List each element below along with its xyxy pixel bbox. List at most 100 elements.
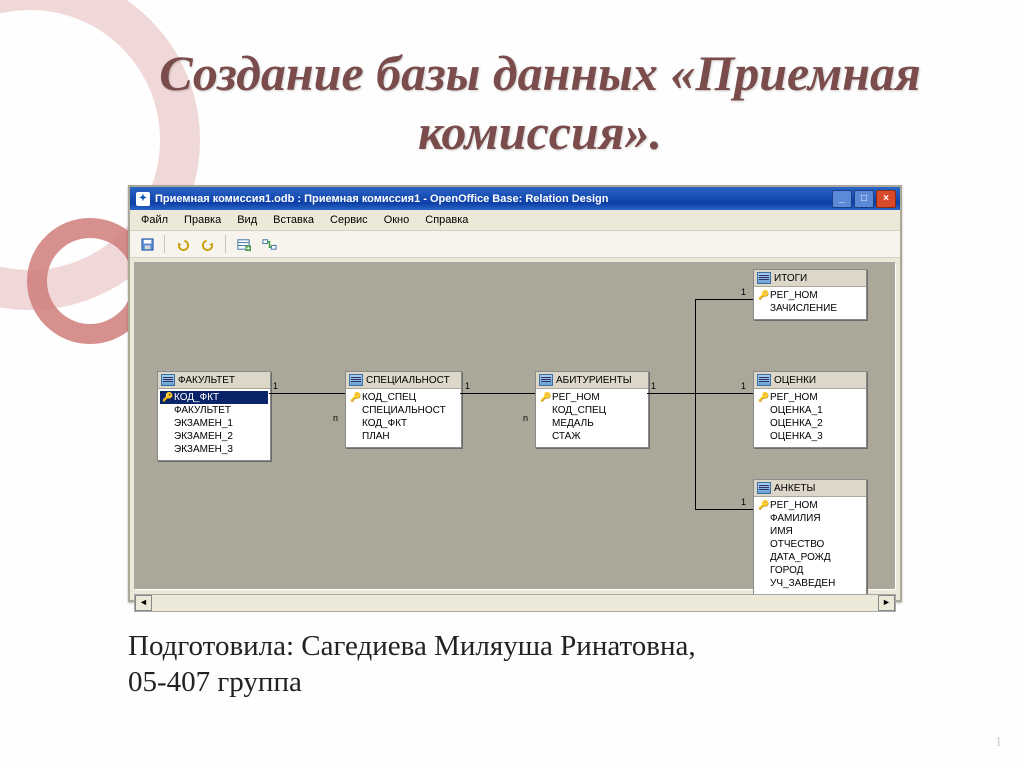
table-speciality[interactable]: СПЕЦИАЛЬНОСТ 🔑КОД_СПЕЦ🔑СПЕЦИАЛЬНОСТ🔑КОД_Ф… [345,371,462,448]
table-title: АНКЕТЫ [774,483,815,494]
table-row[interactable]: 🔑РЕГ_НОМ [756,391,864,404]
title-bar[interactable]: ✦ Приемная комиссия1.odb : Приемная коми… [130,187,900,210]
table-row[interactable]: 🔑ОЦЕНКА_1 [756,404,864,417]
field-name: РЕГ_НОМ [770,499,818,512]
window-maximize-button[interactable]: □ [854,190,874,208]
menu-insert[interactable]: Вставка [266,213,321,228]
menu-edit[interactable]: Правка [177,213,228,228]
toolbar-redo-button[interactable] [197,233,219,255]
menu-tools[interactable]: Сервис [323,213,375,228]
table-title: СПЕЦИАЛЬНОСТ [366,375,450,386]
page-number: 1 [995,735,1002,751]
table-row[interactable]: 🔑КОД_ФКТ [348,417,459,430]
table-title: АБИТУРИЕНТЫ [556,375,632,386]
table-row[interactable]: 🔑ЗАЧИСЛЕНИЕ [756,302,864,315]
table-faculty[interactable]: ФАКУЛЬТЕТ🔑КОД_ФКТ🔑ФАКУЛЬТЕТ🔑ЭКЗАМЕН_1🔑ЭК… [157,371,271,461]
field-name: ДАТА_РОЖД [770,551,831,564]
relation-line[interactable] [695,299,696,393]
table-row[interactable]: 🔑ФАМИЛИЯ [756,512,864,525]
field-name: ОТЧЕСТВО [770,538,824,551]
cardinality-label: n [523,413,528,423]
table-row[interactable]: 🔑ЭКЗАМЕН_2 [160,430,268,443]
table-header[interactable]: ОЦЕНКИ [754,372,866,389]
window-minimize-button[interactable]: _ [832,190,852,208]
table-row[interactable]: 🔑ФАКУЛЬТЕТ [160,404,268,417]
table-header[interactable]: ИТОГИ [754,270,866,287]
relation-canvas[interactable]: ФАКУЛЬТЕТ🔑КОД_ФКТ🔑ФАКУЛЬТЕТ🔑ЭКЗАМЕН_1🔑ЭК… [134,262,896,590]
cardinality-label: 1 [741,381,746,391]
relation-line[interactable] [460,393,535,394]
table-row[interactable]: 🔑ОЦЕНКА_3 [756,430,864,443]
field-name: КОД_ФКТ [362,417,407,430]
toolbar-save-button[interactable] [136,233,158,255]
field-name: КОД_ФКТ [174,391,219,404]
table-row[interactable]: 🔑РЕГ_НОМ [756,289,864,302]
toolbar-add-table-button[interactable] [232,233,254,255]
scroll-left-button[interactable]: ◄ [135,595,152,611]
table-header[interactable]: ФАКУЛЬТЕТ [158,372,270,389]
relation-line[interactable] [695,509,753,510]
cardinality-label: 1 [465,381,470,391]
relation-line[interactable] [269,393,345,394]
slide-title: Создание базы данных «Приемная комиссия»… [130,44,950,162]
table-header[interactable]: СПЕЦИАЛЬНОСТ [346,372,461,389]
table-header[interactable]: АНКЕТЫ [754,480,866,497]
table-row[interactable]: 🔑РЕГ_НОМ [756,499,864,512]
key-icon: 🔑 [540,391,549,404]
table-row[interactable]: 🔑СПЕЦИАЛЬНОСТ [348,404,459,417]
table-row[interactable]: 🔑ЭКЗАМЕН_3 [160,443,268,456]
field-name: КОД_СПЕЦ [552,404,606,417]
horizontal-scrollbar[interactable]: ◄ ► [134,594,896,612]
table-title: ФАКУЛЬТЕТ [178,375,235,386]
table-header[interactable]: АБИТУРИЕНТЫ [536,372,648,389]
table-marks[interactable]: ОЦЕНКИ 🔑РЕГ_НОМ🔑ОЦЕНКА_1🔑ОЦЕНКА_2🔑ОЦЕНКА_… [753,371,867,448]
cardinality-label: 1 [273,381,278,391]
menu-view[interactable]: Вид [230,213,264,228]
table-row[interactable]: 🔑МЕДАЛЬ [538,417,646,430]
table-row[interactable]: 🔑КОД_ФКТ [160,391,268,404]
table-results[interactable]: ИТОГИ 🔑РЕГ_НОМ🔑ЗАЧИСЛЕНИЕ [753,269,867,320]
menu-bar: Файл Правка Вид Вставка Сервис Окно Спра… [130,210,900,231]
field-name: РЕГ_НОМ [770,289,818,302]
field-name: ГОРОД [770,564,803,577]
relation-line[interactable] [695,299,753,300]
app-window: ✦ Приемная комиссия1.odb : Приемная коми… [128,185,902,602]
field-name: ОЦЕНКА_1 [770,404,823,417]
scroll-right-button[interactable]: ► [878,595,895,611]
table-row[interactable]: 🔑ГОРОД [756,564,864,577]
table-row[interactable]: 🔑ПЛАН [348,430,459,443]
toolbar-add-relation-button[interactable] [258,233,280,255]
field-name: ЭКЗАМЕН_3 [174,443,233,456]
relation-line[interactable] [695,393,696,509]
menu-help[interactable]: Справка [418,213,475,228]
field-name: ОЦЕНКА_2 [770,417,823,430]
field-name: СТАЖ [552,430,581,443]
table-icon [757,374,771,386]
field-name: МЕДАЛЬ [552,417,594,430]
table-row[interactable]: 🔑УЧ_ЗАВЕДЕН [756,577,864,590]
table-row[interactable]: 🔑ДАТА_РОЖД [756,551,864,564]
table-row[interactable]: 🔑КОД_СПЕЦ [348,391,459,404]
app-icon: ✦ [136,192,150,206]
table-row[interactable]: 🔑КОД_СПЕЦ [538,404,646,417]
table-row[interactable]: 🔑СТАЖ [538,430,646,443]
relation-line[interactable] [695,393,753,394]
table-applicants[interactable]: АБИТУРИЕНТЫ🔑РЕГ_НОМ🔑КОД_СПЕЦ🔑МЕДАЛЬ🔑СТАЖ [535,371,649,448]
menu-file[interactable]: Файл [134,213,175,228]
toolbar-undo-button[interactable] [171,233,193,255]
table-row[interactable]: 🔑ОЦЕНКА_2 [756,417,864,430]
table-forms[interactable]: АНКЕТЫ 🔑РЕГ_НОМ🔑ФАМИЛИЯ🔑ИМЯ🔑ОТЧЕСТВО🔑ДАТА… [753,479,867,595]
table-row[interactable]: 🔑ОТЧЕСТВО [756,538,864,551]
relation-line[interactable] [647,393,695,394]
field-name: ОЦЕНКА_3 [770,430,823,443]
menu-window[interactable]: Окно [377,213,417,228]
window-close-button[interactable]: × [876,190,896,208]
cardinality-label: n [333,413,338,423]
cardinality-label: 1 [741,287,746,297]
table-row[interactable]: 🔑РЕГ_НОМ [538,391,646,404]
table-row[interactable]: 🔑ИМЯ [756,525,864,538]
table-title: ОЦЕНКИ [774,375,816,386]
field-name: РЕГ_НОМ [770,391,818,404]
table-row[interactable]: 🔑ЭКЗАМЕН_1 [160,417,268,430]
table-icon [349,374,363,386]
